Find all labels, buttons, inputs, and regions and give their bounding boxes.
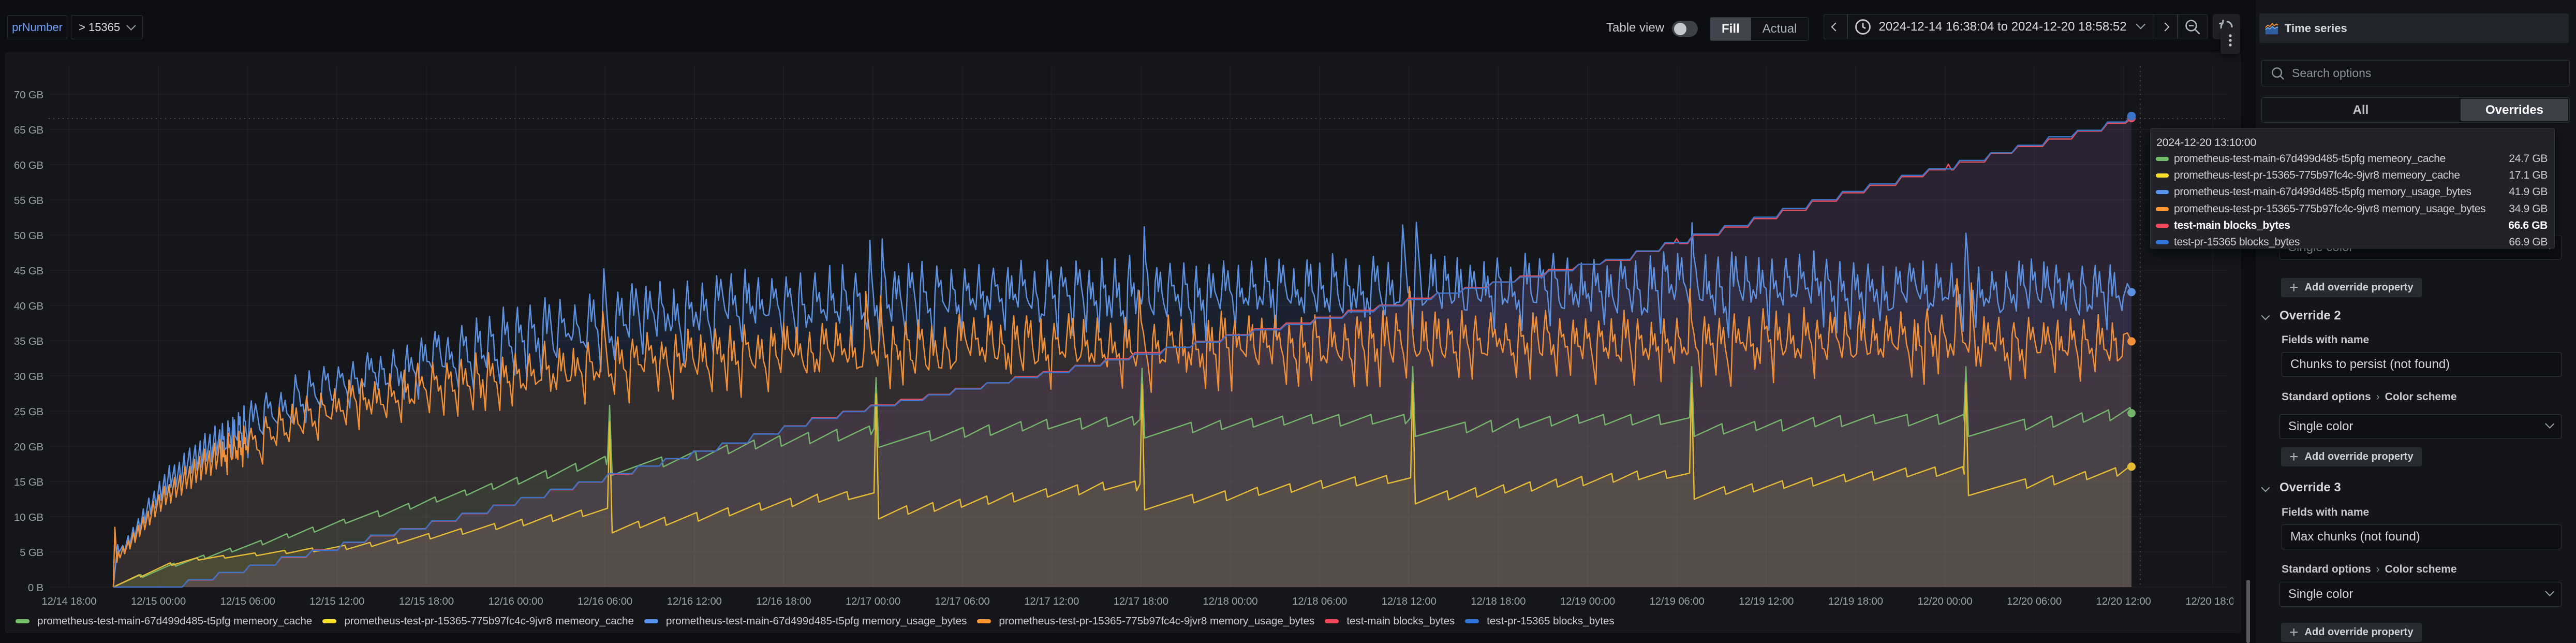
svg-text:12/20 12:00: 12/20 12:00 bbox=[2096, 595, 2151, 607]
svg-text:12/18 06:00: 12/18 06:00 bbox=[1292, 595, 1347, 607]
svg-text:0 B: 0 B bbox=[28, 582, 43, 594]
svg-text:20 GB: 20 GB bbox=[14, 441, 43, 453]
svg-text:50 GB: 50 GB bbox=[14, 230, 43, 242]
svg-text:35 GB: 35 GB bbox=[14, 335, 43, 347]
svg-text:12/18 18:00: 12/18 18:00 bbox=[1471, 595, 1526, 607]
svg-text:30 GB: 30 GB bbox=[14, 371, 43, 383]
svg-text:12/17 00:00: 12/17 00:00 bbox=[846, 595, 900, 607]
svg-text:12/15 00:00: 12/15 00:00 bbox=[131, 595, 186, 607]
svg-text:40 GB: 40 GB bbox=[14, 300, 43, 312]
svg-text:12/17 06:00: 12/17 06:00 bbox=[935, 595, 990, 607]
svg-text:12/15 12:00: 12/15 12:00 bbox=[309, 595, 364, 607]
svg-text:60 GB: 60 GB bbox=[14, 159, 43, 171]
svg-text:70 GB: 70 GB bbox=[14, 89, 43, 101]
svg-text:12/15 06:00: 12/15 06:00 bbox=[220, 595, 275, 607]
svg-text:25 GB: 25 GB bbox=[14, 406, 43, 418]
svg-text:55 GB: 55 GB bbox=[14, 195, 43, 207]
svg-text:12/16 00:00: 12/16 00:00 bbox=[488, 595, 543, 607]
svg-text:12/16 06:00: 12/16 06:00 bbox=[578, 595, 632, 607]
svg-text:12/17 12:00: 12/17 12:00 bbox=[1024, 595, 1079, 607]
svg-text:12/20 06:00: 12/20 06:00 bbox=[2007, 595, 2062, 607]
svg-text:12/14 18:00: 12/14 18:00 bbox=[41, 595, 96, 607]
svg-text:15 GB: 15 GB bbox=[14, 476, 43, 488]
svg-text:12/15 18:00: 12/15 18:00 bbox=[399, 595, 454, 607]
svg-text:12/18 12:00: 12/18 12:00 bbox=[1382, 595, 1437, 607]
svg-text:12/16 18:00: 12/16 18:00 bbox=[756, 595, 811, 607]
svg-text:65 GB: 65 GB bbox=[14, 124, 43, 136]
svg-text:12/20 18:00: 12/20 18:00 bbox=[2185, 595, 2240, 607]
svg-text:12/18 00:00: 12/18 00:00 bbox=[1203, 595, 1257, 607]
svg-text:5 GB: 5 GB bbox=[20, 547, 43, 559]
svg-text:12/19 18:00: 12/19 18:00 bbox=[1828, 595, 1883, 607]
svg-text:12/16 12:00: 12/16 12:00 bbox=[667, 595, 722, 607]
svg-text:10 GB: 10 GB bbox=[14, 512, 43, 523]
svg-text:12/19 00:00: 12/19 00:00 bbox=[1560, 595, 1615, 607]
svg-text:12/17 18:00: 12/17 18:00 bbox=[1114, 595, 1168, 607]
svg-text:45 GB: 45 GB bbox=[14, 265, 43, 277]
svg-text:12/19 06:00: 12/19 06:00 bbox=[1649, 595, 1704, 607]
svg-text:12/19 12:00: 12/19 12:00 bbox=[1739, 595, 1794, 607]
svg-text:12/20 00:00: 12/20 00:00 bbox=[1917, 595, 1972, 607]
